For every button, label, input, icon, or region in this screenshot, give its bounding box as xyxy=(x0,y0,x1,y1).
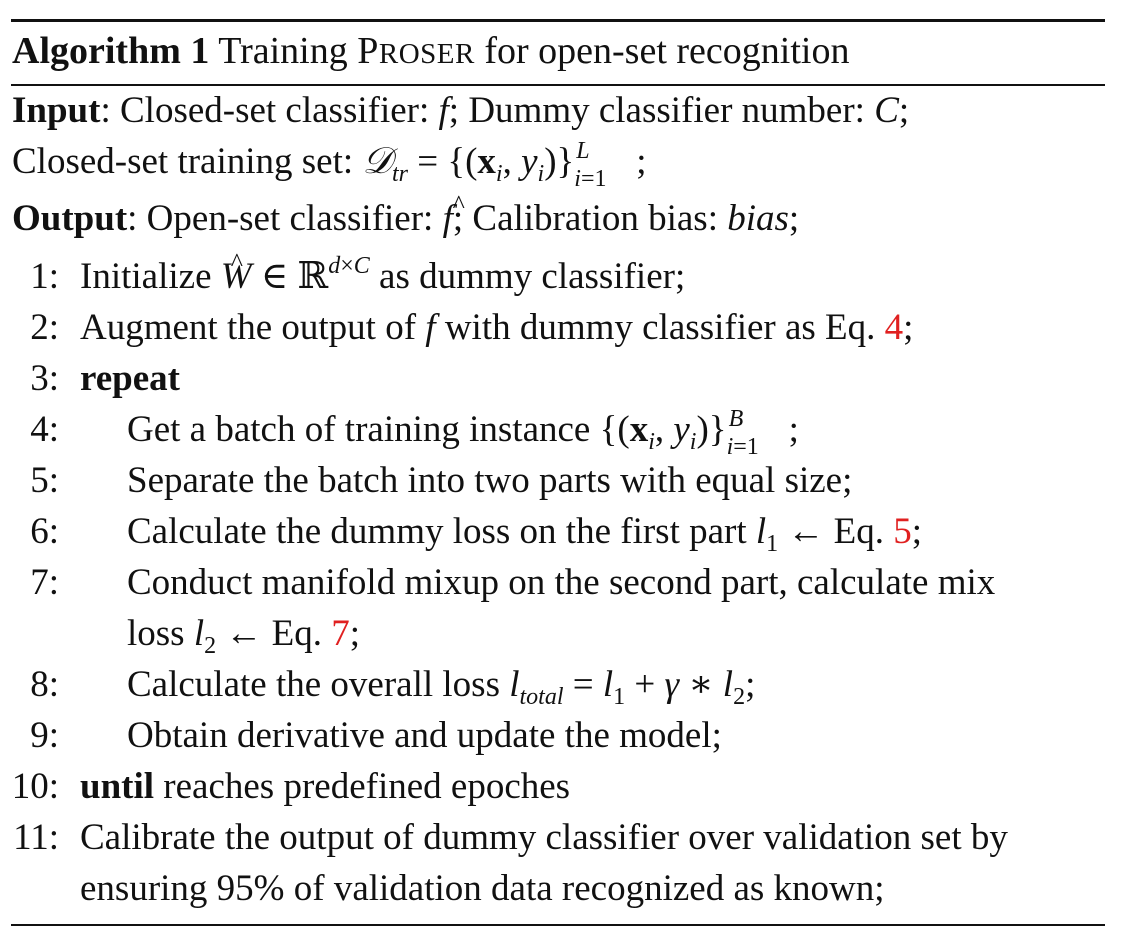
step-number: 4: xyxy=(30,409,59,450)
step-number: 6: xyxy=(30,511,59,552)
input-line-2: Closed-set training set: 𝒟tr = {(xi, yi)… xyxy=(12,138,647,192)
output-label: Output xyxy=(12,198,128,239)
step-4: Get a batch of training instance {(xi, y… xyxy=(127,406,799,460)
equation-ref[interactable]: 5 xyxy=(893,511,912,552)
bottom-rule xyxy=(11,924,1105,926)
output-line: Output: Open-set classifier: f; Calibrat… xyxy=(12,183,799,241)
step-1: Initialize W ∈ ℝd×C as dummy classifier; xyxy=(80,241,685,299)
step-7-cont: loss l2 ← Eq. 7; xyxy=(127,613,360,659)
step-11-cont: ensuring 95% of validation data recogniz… xyxy=(80,868,885,909)
input-label: Input xyxy=(12,90,101,131)
equation-ref[interactable]: 7 xyxy=(331,613,350,654)
title-pre: Training xyxy=(218,30,348,72)
top-rule xyxy=(11,19,1105,22)
algorithm-name: PROSER xyxy=(357,30,475,72)
step-6: Calculate the dummy loss on the first pa… xyxy=(127,511,923,557)
step-number: 7: xyxy=(30,562,59,603)
step-9: Obtain derivative and update the model; xyxy=(127,715,722,756)
algorithm-title: Algorithm 1 Training PROSER for open-set… xyxy=(12,29,849,76)
step-number: 9: xyxy=(30,715,59,756)
input-text: : Closed-set classifier: f; Dummy classi… xyxy=(100,90,910,131)
step-2: Augment the output of f with dummy class… xyxy=(80,307,914,348)
until-keyword: until xyxy=(80,766,155,807)
title-post: for open-set recognition xyxy=(484,30,850,72)
step-3-repeat: repeat xyxy=(80,358,180,399)
step-7: Conduct manifold mixup on the second par… xyxy=(127,562,996,603)
header-rule xyxy=(11,84,1105,86)
algorithm-label: Algorithm 1 xyxy=(12,30,210,72)
step-number: 8: xyxy=(30,664,59,705)
step-number: 10: xyxy=(11,766,59,807)
step-11: Calibrate the output of dummy classifier… xyxy=(80,817,1008,858)
step-8: Calculate the overall loss ltotal = l1 +… xyxy=(127,664,756,710)
equation-ref[interactable]: 4 xyxy=(885,307,904,348)
step-number: 5: xyxy=(30,460,59,501)
step-10: until reaches predefined epoches xyxy=(80,766,571,807)
step-number: 3: xyxy=(30,358,59,399)
step-number: 11: xyxy=(13,817,59,858)
input-line-1: Input: Closed-set classifier: f; Dummy c… xyxy=(12,89,909,133)
step-number: 2: xyxy=(30,307,59,348)
step-5: Separate the batch into two parts with e… xyxy=(127,460,853,501)
step-number: 1: xyxy=(30,256,59,297)
